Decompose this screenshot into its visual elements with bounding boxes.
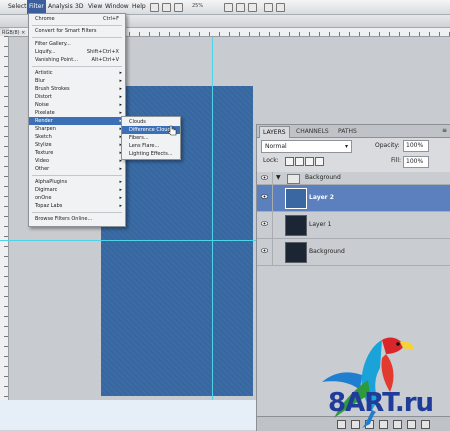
visibility-column [257, 185, 273, 211]
submenu-arrow-icon: ▸ [119, 203, 122, 209]
mini-bridge-icon[interactable] [162, 3, 171, 12]
menu-item-brush-strokes[interactable]: Brush Strokes ▸ [29, 85, 125, 93]
filter-menu: Chrome Ctrl+F Convert for Smart Filters F… [28, 13, 126, 227]
menu-item-stylize[interactable]: Stylize▸ [29, 141, 125, 149]
status-area [0, 400, 256, 430]
tab-layers[interactable]: LAYERS [259, 126, 290, 138]
render-submenu: Clouds Difference Clouds Fibers... Lens … [121, 116, 181, 160]
menu-item-lens-flare[interactable]: Lens Flare... [122, 142, 180, 150]
menu-item-distort[interactable]: Distort ▸ [29, 93, 125, 101]
layer-row-background[interactable]: Background [257, 239, 450, 266]
fill-field[interactable]: 100% [403, 156, 429, 168]
lock-label: Lock: [263, 157, 279, 164]
visibility-column [257, 239, 273, 265]
opacity-field[interactable]: 100% [403, 140, 429, 152]
menu-item-blur[interactable]: Blur ▸ [29, 77, 125, 85]
menu-item-other[interactable]: Other ▸ [29, 165, 125, 173]
folder-icon [287, 174, 300, 184]
menu-filter[interactable]: Filter [27, 0, 46, 14]
watermark-text: 8ART.ru [328, 388, 434, 418]
tab-paths[interactable]: PATHS [335, 126, 360, 137]
visibility-column [257, 212, 273, 238]
layer-thumbnail [285, 188, 307, 209]
rotate-view-icon[interactable] [248, 3, 257, 12]
view-extras-icon[interactable] [174, 3, 183, 12]
menu-item-digimarc[interactable]: Digimarc ▸ [29, 186, 125, 194]
submenu-arrow-icon: ▸ [119, 70, 122, 76]
eye-icon[interactable] [261, 194, 268, 199]
menu-item-sketch[interactable]: Sketch▸ [29, 133, 125, 141]
chevron-down-icon: ▾ [344, 143, 348, 150]
panel-menu-icon[interactable]: ≡ [442, 127, 447, 134]
bridge-icon[interactable] [150, 3, 159, 12]
menu-item-lighting-effects[interactable]: Lighting Effects... [122, 150, 180, 158]
menu-item-sharpen[interactable]: Sharpen▸ [29, 125, 125, 133]
zoom-level[interactable]: 25% [192, 3, 203, 9]
menu-item-texture[interactable]: Texture▸ [29, 149, 125, 157]
layer-thumbnail [285, 242, 307, 263]
tab-channels[interactable]: CHANNELS [293, 126, 332, 137]
submenu-arrow-icon: ▸ [119, 102, 122, 108]
menu-item-browse-filters-online[interactable]: Browse Filters Online... [29, 215, 125, 223]
menu-item-filter-gallery[interactable]: Filter Gallery... [29, 40, 125, 48]
panel-tabs: LAYERS CHANNELS PATHS ≡ [257, 125, 450, 138]
menu-item-artistic[interactable]: Artistic ▸ [29, 69, 125, 77]
layer-name: Layer 2 [309, 194, 334, 201]
hand-cursor-icon [168, 125, 177, 136]
submenu-arrow-icon: ▸ [119, 166, 122, 172]
menu-view[interactable]: View [86, 0, 104, 14]
lock-transparency-icon[interactable] [285, 157, 294, 166]
menu-select[interactable]: Select [6, 0, 29, 14]
arrange-documents-icon[interactable] [264, 3, 273, 12]
eye-icon[interactable] [261, 248, 268, 253]
lock-position-icon[interactable] [305, 157, 314, 166]
menu-help[interactable]: Help [130, 0, 148, 14]
opacity-label: Opacity: [375, 142, 400, 149]
hand-tool-icon[interactable] [224, 3, 233, 12]
screen-mode-icon[interactable] [276, 3, 285, 12]
submenu-arrow-icon: ▸ [119, 86, 122, 92]
menu-3d[interactable]: 3D [73, 0, 85, 14]
menu-item-pixelate[interactable]: Pixelate ▸ [29, 109, 125, 117]
guide-horizontal[interactable] [0, 240, 256, 241]
lock-pixels-icon[interactable] [295, 157, 304, 166]
guide-vertical[interactable] [212, 37, 213, 400]
layer-name: Background [309, 248, 345, 255]
submenu-arrow-icon: ▸ [119, 187, 122, 193]
expand-triangle-icon[interactable]: ▼ [276, 174, 281, 181]
submenu-arrow-icon: ▸ [119, 78, 122, 84]
menu-item-noise[interactable]: Noise ▸ [29, 101, 125, 109]
submenu-arrow-icon: ▸ [119, 179, 122, 185]
menu-item-topaz-labs[interactable]: Topaz Labs ▸ [29, 202, 125, 210]
layer-name: Layer 1 [309, 221, 332, 228]
layer-thumbnail [285, 215, 307, 236]
submenu-arrow-icon: ▸ [119, 94, 122, 100]
eye-icon[interactable] [261, 221, 268, 226]
zoom-tool-icon[interactable] [236, 3, 245, 12]
menu-window[interactable]: Window [103, 0, 131, 14]
fill-label: Fill: [391, 157, 402, 164]
menu-item-vanishing-point[interactable]: Vanishing Point... Alt+Ctrl+V [29, 56, 125, 64]
eye-icon[interactable] [261, 175, 268, 180]
menu-item-onone[interactable]: onOne ▸ [29, 194, 125, 202]
menu-item-liquify[interactable]: Liquify... Shift+Ctrl+X [29, 48, 125, 56]
group-name: Background [305, 174, 341, 181]
submenu-arrow-icon: ▸ [119, 195, 122, 201]
menu-item-video[interactable]: Video ▸ [29, 157, 125, 165]
layer-row-layer-2[interactable]: Layer 2 [257, 185, 450, 212]
blend-mode-select[interactable]: Normal ▾ [261, 140, 352, 153]
menu-analysis[interactable]: Analysis [46, 0, 75, 14]
document-tab[interactable]: RGB/8) × [0, 30, 28, 36]
menu-item-chrome[interactable]: Chrome Ctrl+F [29, 15, 125, 23]
menu-item-convert-smart-filters[interactable]: Convert for Smart Filters [29, 27, 125, 35]
visibility-column [257, 172, 273, 184]
menu-item-render[interactable]: Render▸ [29, 117, 125, 125]
ruler-vertical[interactable] [0, 36, 9, 430]
lock-all-icon[interactable] [315, 157, 324, 166]
layer-row-layer-1[interactable]: Layer 1 [257, 212, 450, 239]
menu-item-alphaplugins[interactable]: AlphaPlugins ▸ [29, 178, 125, 186]
layer-group-row[interactable]: ▼ Background [257, 172, 450, 185]
